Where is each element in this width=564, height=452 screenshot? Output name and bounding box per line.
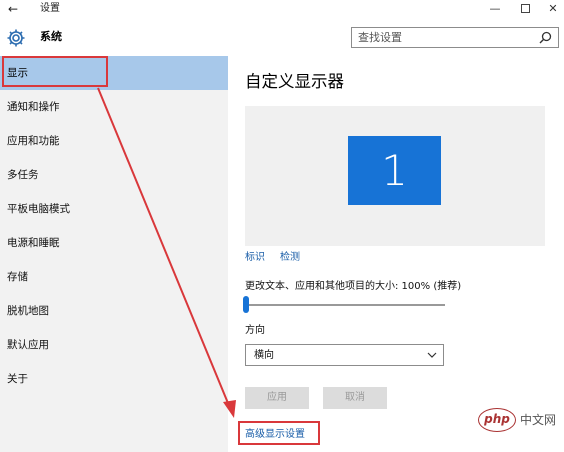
sidebar-item-label: 默认应用 xyxy=(7,339,49,351)
window-title: 设置 xyxy=(40,3,60,14)
scale-slider-thumb[interactable] xyxy=(243,296,249,313)
orientation-label: 方向 xyxy=(245,325,265,336)
apply-button[interactable]: 应用 xyxy=(245,387,309,409)
identify-link[interactable]: 标识 xyxy=(245,251,265,264)
sidebar-item-notifications[interactable]: 通知和操作 xyxy=(0,90,228,124)
header: 系统 查找设置 xyxy=(0,20,564,56)
watermark-logo: php xyxy=(478,408,516,432)
sidebar-item-apps[interactable]: 应用和功能 xyxy=(0,124,228,158)
sidebar-item-storage[interactable]: 存储 xyxy=(0,260,228,294)
back-button[interactable]: ← xyxy=(8,2,18,16)
monitor-tile[interactable]: 1 xyxy=(348,136,441,205)
sidebar-item-label: 电源和睡眠 xyxy=(7,237,60,249)
cancel-button[interactable]: 取消 xyxy=(323,387,387,409)
orientation-value: 横向 xyxy=(254,350,274,361)
watermark: php 中文网 xyxy=(478,404,558,438)
watermark-text: 中文网 xyxy=(520,413,557,427)
search-icon[interactable] xyxy=(539,31,552,44)
sidebar-item-default-apps[interactable]: 默认应用 xyxy=(0,328,228,362)
monitor-preview-area: 1 xyxy=(245,106,545,246)
scale-label: 更改文本、应用和其他项目的大小: 100% (推荐) xyxy=(245,281,462,292)
sidebar-item-multitasking[interactable]: 多任务 xyxy=(0,158,228,192)
maximize-icon xyxy=(520,4,530,13)
detect-link[interactable]: 检测 xyxy=(280,251,300,264)
sidebar-item-tablet-mode[interactable]: 平板电脑模式 xyxy=(0,192,228,226)
sidebar-item-label: 平板电脑模式 xyxy=(7,203,70,215)
gear-icon xyxy=(7,29,25,47)
sidebar-item-about[interactable]: 关于 xyxy=(0,362,228,396)
scale-slider-track[interactable] xyxy=(245,304,445,306)
annotation-box-display xyxy=(2,56,108,87)
orientation-select[interactable]: 横向 xyxy=(245,344,444,366)
annotation-box-advanced xyxy=(238,421,320,445)
sidebar-item-offline-maps[interactable]: 脱机地图 xyxy=(0,294,228,328)
sidebar-item-label: 多任务 xyxy=(7,169,39,181)
close-button[interactable]: ✕ xyxy=(536,0,564,18)
sidebar-item-label: 应用和功能 xyxy=(7,135,60,147)
sidebar-item-label: 存储 xyxy=(7,271,28,283)
page-title: 自定义显示器 xyxy=(245,72,344,91)
sidebar-item-label: 脱机地图 xyxy=(7,305,49,317)
search-input[interactable]: 查找设置 xyxy=(351,27,559,48)
sidebar: 显示 通知和操作 应用和功能 多任务 平板电脑模式 电源和睡眠 存储 脱机地图 … xyxy=(0,56,228,452)
title-bar: ← 设置 — ✕ xyxy=(0,0,564,20)
sidebar-item-label: 关于 xyxy=(7,373,28,385)
page-section-title: 系统 xyxy=(40,30,62,43)
search-placeholder: 查找设置 xyxy=(358,31,402,44)
chevron-down-icon xyxy=(427,352,437,358)
main-content: 自定义显示器 1 标识 检测 更改文本、应用和其他项目的大小: 100% (推荐… xyxy=(228,56,564,452)
sidebar-item-label: 通知和操作 xyxy=(7,101,60,113)
minimize-button[interactable]: — xyxy=(478,0,512,18)
sidebar-item-power-sleep[interactable]: 电源和睡眠 xyxy=(0,226,228,260)
